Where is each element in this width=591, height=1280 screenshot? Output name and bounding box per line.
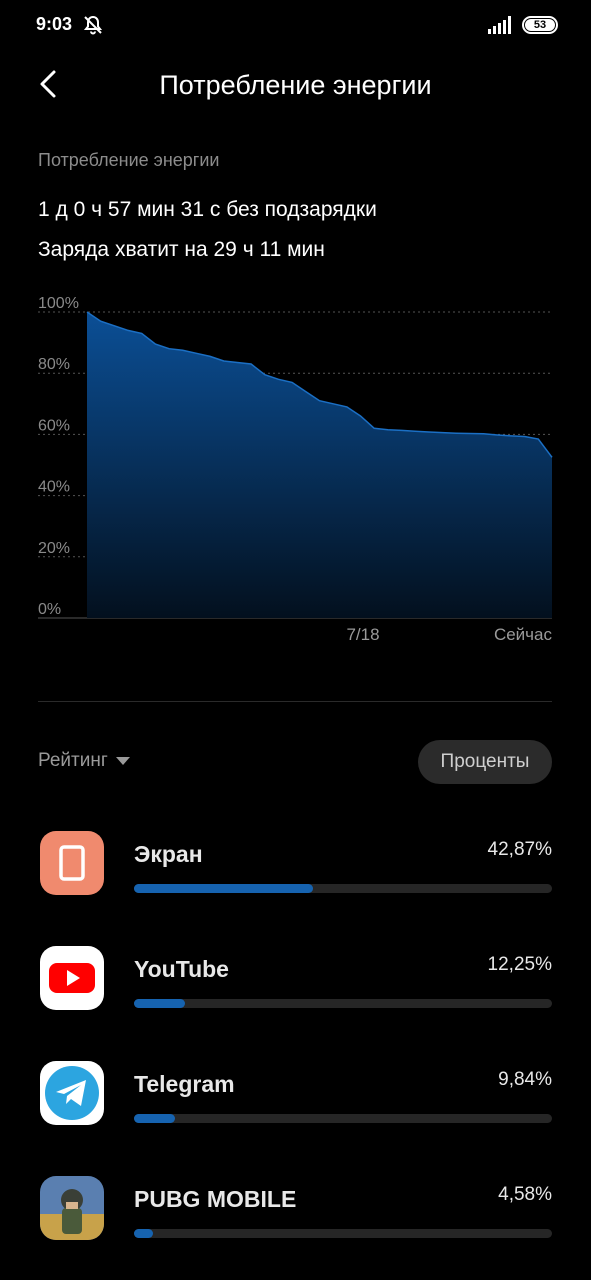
- battery-icon: 53: [522, 16, 558, 34]
- list-item[interactable]: YouTube 12,25%: [0, 946, 591, 1046]
- caret-down-icon: [115, 757, 130, 765]
- youtube-icon: [40, 946, 104, 1010]
- telegram-icon: [40, 1061, 104, 1125]
- rating-label: Рейтинг: [38, 750, 108, 771]
- usage-bar: [134, 1114, 552, 1123]
- y-tick-label: 0%: [38, 601, 61, 618]
- divider: [38, 701, 552, 702]
- usage-bar-fill: [134, 1229, 154, 1238]
- y-tick-label: 60%: [38, 417, 70, 434]
- usage-bar: [134, 999, 552, 1008]
- app-name: YouTube: [134, 956, 229, 982]
- app-percent: 12,25%: [487, 954, 552, 975]
- bell-muted-icon: [83, 15, 103, 35]
- rating-dropdown[interactable]: Рейтинг: [38, 750, 130, 772]
- section-label: Потребление энергии: [38, 150, 220, 170]
- remaining-estimate: Заряда хватит на 29 ч 11 мин: [38, 238, 325, 261]
- signal-icon: [488, 16, 511, 34]
- usage-bar: [134, 1229, 552, 1238]
- app-percent: 9,84%: [498, 1069, 552, 1090]
- app-percent: 4,58%: [498, 1184, 552, 1205]
- battery-chart: 100% 80% 60% 40% 20% 0% 7/18 Сейчас: [38, 295, 553, 644]
- app-name: Telegram: [134, 1071, 235, 1097]
- y-tick-label: 20%: [38, 540, 70, 557]
- percent-button[interactable]: Проценты: [418, 740, 552, 784]
- app-name: PUBG MOBILE: [134, 1186, 297, 1212]
- usage-bar-fill: [134, 884, 314, 893]
- battery-level: 53: [525, 19, 555, 31]
- usage-bar-fill: [134, 1114, 176, 1123]
- y-tick-label: 100%: [38, 295, 79, 312]
- unplugged-duration: 1 д 0 ч 57 мин 31 с без подзарядки: [38, 198, 377, 221]
- x-tick-label: Сейчас: [494, 625, 553, 644]
- usage-bar-fill: [134, 999, 186, 1008]
- usage-bar: [134, 884, 552, 893]
- screen-icon: [40, 831, 104, 895]
- battery-area: [87, 312, 552, 618]
- status-time: 9:03: [36, 14, 73, 34]
- pubg-icon: [40, 1176, 104, 1240]
- page-title: Потребление энергии: [159, 70, 432, 100]
- x-tick-label: 7/18: [346, 625, 379, 644]
- app-percent: 42,87%: [487, 839, 552, 860]
- list-item[interactable]: PUBG MOBILE 4,58%: [0, 1176, 591, 1276]
- list-item[interactable]: Telegram 9,84%: [0, 1061, 591, 1161]
- y-tick-label: 40%: [38, 479, 70, 496]
- list-item[interactable]: Экран 42,87%: [0, 831, 591, 931]
- y-tick-label: 80%: [38, 356, 70, 373]
- app-name: Экран: [134, 841, 203, 867]
